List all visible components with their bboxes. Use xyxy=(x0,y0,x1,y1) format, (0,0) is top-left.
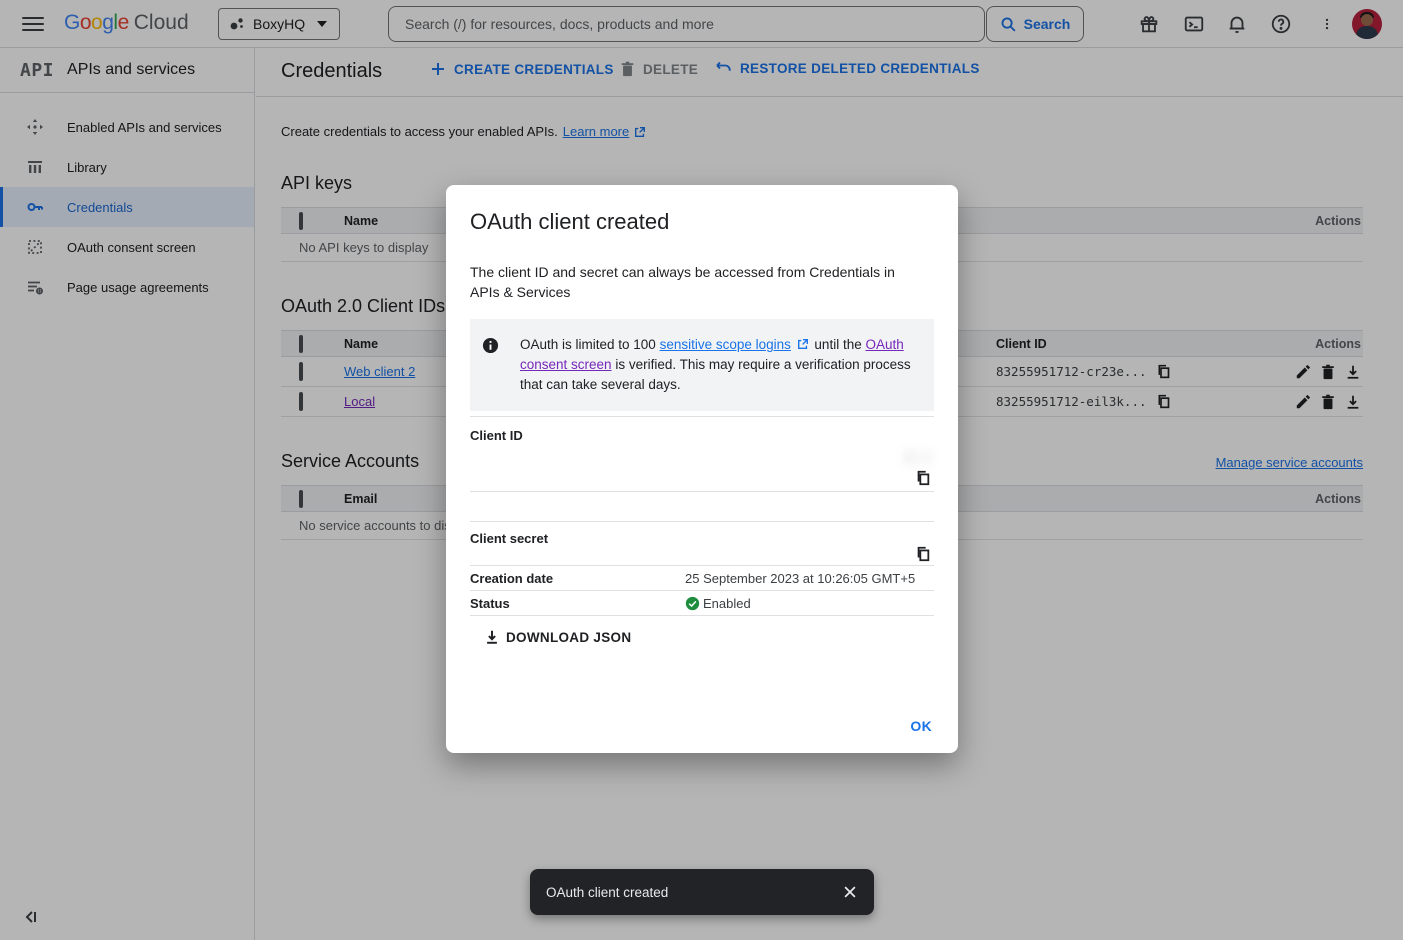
ok-button[interactable]: OK xyxy=(910,718,932,734)
dialog-title: OAuth client created xyxy=(470,209,934,235)
info-icon xyxy=(482,337,499,354)
copy-icon[interactable] xyxy=(915,546,931,562)
oauth-limit-notice: OAuth is limited to 100 sensitive scope … xyxy=(470,319,934,411)
toast-message: OAuth client created xyxy=(546,885,842,900)
close-icon[interactable] xyxy=(842,884,858,900)
copy-icon[interactable] xyxy=(915,470,931,486)
client-secret-label: Client secret xyxy=(470,531,685,565)
download-icon xyxy=(484,629,500,645)
external-link-icon xyxy=(797,338,809,350)
status-value: Enabled xyxy=(703,596,751,611)
status-enabled-icon xyxy=(685,596,700,611)
status-row: Status Enabled xyxy=(470,591,934,616)
status-label: Status xyxy=(470,596,685,611)
creation-date-value: 25 September 2023 at 10:26:05 GMT+5 xyxy=(685,571,934,586)
sensitive-scope-logins-link[interactable]: sensitive scope logins xyxy=(660,337,791,352)
dialog-description: The client ID and secret can always be a… xyxy=(470,262,920,302)
client-secret-row: Client secret xyxy=(470,521,934,566)
client-id-row: Client ID xyxy=(470,416,934,492)
client-id-redacted xyxy=(904,450,932,465)
toast-notification: OAuth client created xyxy=(530,869,874,915)
creation-date-row: Creation date 25 September 2023 at 10:26… xyxy=(470,566,934,591)
creation-date-label: Creation date xyxy=(470,571,685,586)
client-id-label: Client ID xyxy=(470,428,685,491)
download-json-button[interactable]: DOWNLOAD JSON xyxy=(484,629,631,645)
notice-text: OAuth is limited to 100 sensitive scope … xyxy=(520,335,920,395)
oauth-client-created-dialog: OAuth client created The client ID and s… xyxy=(446,185,958,753)
